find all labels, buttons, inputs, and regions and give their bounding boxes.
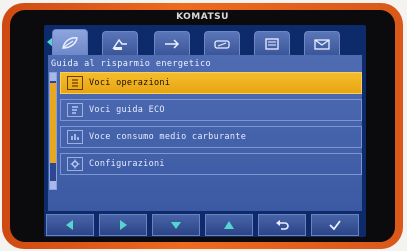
menu-item-label: Voce consumo medio carburante xyxy=(89,132,247,142)
document-icon xyxy=(67,76,83,90)
softkey-confirm-button[interactable] xyxy=(311,214,359,236)
triangle-right-icon xyxy=(120,220,127,230)
softkey-left-button[interactable] xyxy=(46,214,94,236)
menu-list: Voci operazioni Voci guida ECO Voce cons… xyxy=(60,72,362,190)
menu-item-label: Voci guida ECO xyxy=(89,105,165,115)
softkey-right-button[interactable] xyxy=(99,214,147,236)
scroll-down-icon[interactable] xyxy=(50,181,56,189)
return-icon xyxy=(276,220,289,230)
eco-document-icon xyxy=(67,103,83,117)
menu-item-label: Configurazioni xyxy=(89,159,165,169)
fuel-chart-icon xyxy=(67,130,83,144)
scrollbar[interactable] xyxy=(49,72,57,190)
tab-machine[interactable] xyxy=(102,31,138,55)
speed-icon xyxy=(214,39,230,49)
tab-speed[interactable] xyxy=(204,31,240,55)
check-icon xyxy=(329,220,341,231)
excavator-icon xyxy=(112,38,127,50)
tab-bar xyxy=(44,25,366,55)
scroll-up-icon[interactable] xyxy=(50,73,56,81)
list-icon xyxy=(265,37,279,50)
tab-list[interactable] xyxy=(254,31,290,55)
softkey-back-button[interactable] xyxy=(258,214,306,236)
softkey-bar xyxy=(44,214,366,238)
fuel-arrow-icon xyxy=(165,38,180,49)
tab-messages[interactable] xyxy=(304,31,340,55)
envelope-icon xyxy=(314,38,330,50)
settings-gear-icon xyxy=(67,157,83,171)
page-title: Guida al risparmio energetico xyxy=(51,59,212,69)
triangle-left-icon xyxy=(66,220,73,230)
menu-item-configurazioni[interactable]: Configurazioni xyxy=(60,153,362,175)
menu-item-voci-operazioni[interactable]: Voci operazioni xyxy=(60,72,362,94)
display-screen: Guida al risparmio energetico Voci opera… xyxy=(44,25,366,237)
triangle-down-icon xyxy=(171,222,181,229)
scroll-thumb[interactable] xyxy=(50,83,56,163)
content-panel: Guida al risparmio energetico Voci opera… xyxy=(48,55,362,211)
brand-logo: KOMATSU xyxy=(176,12,229,22)
tab-fuel[interactable] xyxy=(154,31,190,55)
menu-item-voce-consumo-medio[interactable]: Voce consumo medio carburante xyxy=(60,126,362,148)
menu-item-label: Voci operazioni xyxy=(89,78,171,88)
softkey-down-button[interactable] xyxy=(152,214,200,236)
eco-leaf-icon xyxy=(62,36,78,49)
triangle-up-icon xyxy=(224,221,234,229)
softkey-up-button[interactable] xyxy=(205,214,253,236)
menu-item-voci-guida-eco[interactable]: Voci guida ECO xyxy=(60,99,362,121)
tab-eco[interactable] xyxy=(52,29,88,55)
